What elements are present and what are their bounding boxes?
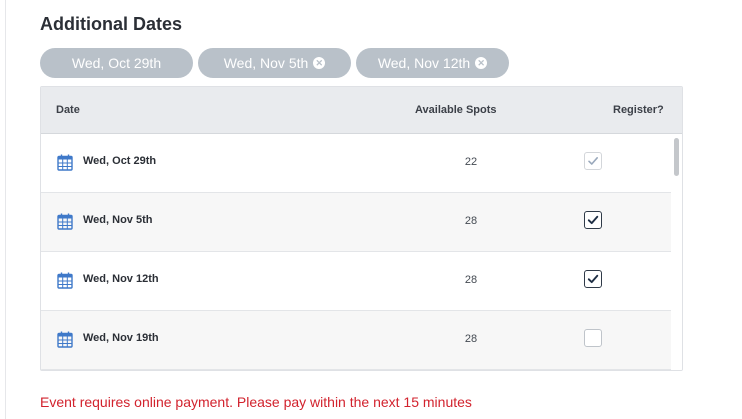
date-chip-label: Wed, Nov 12th	[377, 55, 471, 71]
calendar-icon	[57, 213, 73, 230]
date-chip-label: Wed, Nov 5th	[223, 55, 309, 71]
date-chip-nov-12[interactable]: Wed, Nov 12th ✕	[356, 48, 509, 78]
row-available-spots: 22	[464, 156, 478, 168]
register-checkbox[interactable]	[584, 329, 602, 347]
table-body[interactable]: Wed, Oct 29th 22 Wed, Nov 5th 28 Wed, No…	[41, 134, 671, 370]
register-checkbox[interactable]	[584, 152, 602, 170]
scrollbar-thumb[interactable]	[674, 138, 679, 176]
column-header-date: Date	[56, 104, 80, 116]
calendar-icon	[57, 331, 73, 348]
dates-table: Date Available Spots Register? Wed, Oct …	[40, 86, 683, 371]
table-scrollbar[interactable]	[672, 134, 682, 370]
selected-dates-chips: Wed, Oct 29th Wed, Nov 5th ✕ Wed, Nov 12…	[40, 48, 509, 78]
close-circle-icon[interactable]: ✕	[475, 57, 488, 69]
row-available-spots: 28	[464, 274, 478, 286]
table-row: Wed, Oct 29th 22	[41, 134, 671, 193]
date-chip-nov-5[interactable]: Wed, Nov 5th ✕	[198, 48, 351, 78]
table-row: Wed, Nov 5th 28	[41, 193, 671, 252]
close-circle-icon[interactable]: ✕	[313, 57, 326, 69]
payment-error-message: Event requires online payment. Please pa…	[40, 394, 472, 410]
row-available-spots: 28	[464, 333, 478, 345]
table-row: Wed, Nov 12th 28	[41, 252, 671, 311]
table-row: Wed, Nov 19th 28	[41, 311, 671, 370]
calendar-icon	[57, 154, 73, 171]
register-checkbox[interactable]	[584, 211, 602, 229]
row-date: Wed, Nov 5th	[83, 214, 153, 226]
row-available-spots: 28	[464, 215, 478, 227]
column-header-available-spots: Available Spots	[415, 104, 497, 116]
section-title: Additional Dates	[40, 14, 183, 34]
date-chip-oct-29[interactable]: Wed, Oct 29th	[40, 48, 193, 78]
table-header: Date Available Spots Register?	[41, 87, 682, 134]
checkmark-icon	[587, 215, 599, 225]
row-date: Wed, Nov 19th	[83, 332, 159, 344]
register-checkbox[interactable]	[584, 270, 602, 288]
row-date: Wed, Nov 12th	[83, 273, 159, 285]
checkmark-icon	[588, 157, 598, 165]
date-chip-label: Wed, Oct 29th	[71, 55, 162, 71]
page-left-border	[5, 0, 6, 419]
row-date: Wed, Oct 29th	[83, 155, 157, 167]
column-header-register: Register?	[613, 104, 664, 116]
checkmark-icon	[587, 274, 599, 284]
calendar-icon	[57, 272, 73, 289]
